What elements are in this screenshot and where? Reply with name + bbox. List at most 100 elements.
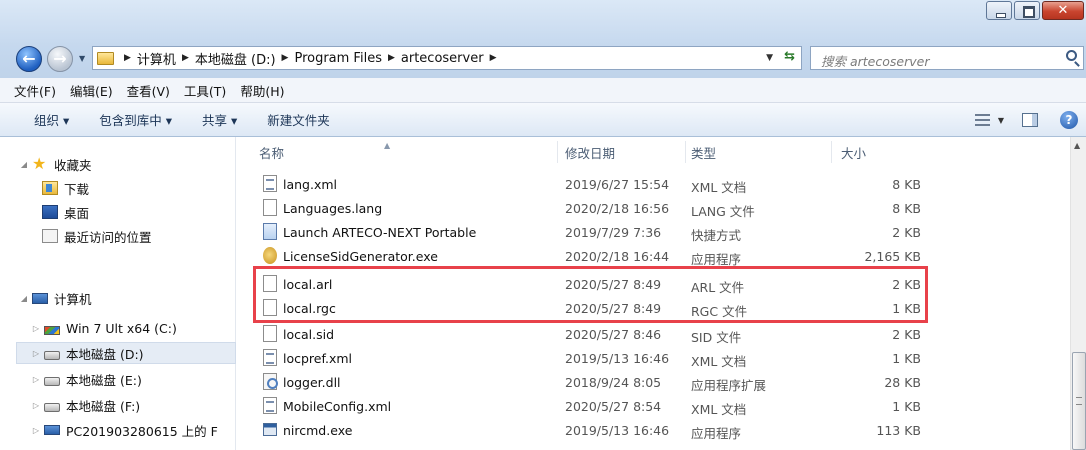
share-button[interactable]: 共享 ▾ — [202, 110, 237, 129]
nav-drive-d[interactable]: ▷ 本地磁盘 (D:) — [16, 342, 236, 364]
nav-drive-e[interactable]: ▷ 本地磁盘 (E:) — [30, 368, 142, 390]
view-options-icon[interactable] — [974, 114, 990, 126]
file-size: 8 KB — [892, 201, 921, 216]
search-icon[interactable] — [1066, 50, 1077, 61]
file-date: 2020/5/27 8:49 — [565, 277, 662, 292]
new-folder-button[interactable]: 新建文件夹 — [267, 110, 330, 129]
file-row[interactable]: nircmd.exe 2019/5/13 16:46 应用程序 113 KB — [237, 419, 1070, 443]
breadcrumb-separator-icon[interactable]: ▶ — [388, 53, 395, 63]
file-row[interactable]: MobileConfig.xml 2020/5/27 8:54 XML 文档 1… — [237, 395, 1070, 419]
xml-file-icon — [263, 349, 277, 366]
file-name: logger.dll — [283, 375, 341, 390]
menu-view[interactable]: 查看(V) — [127, 81, 170, 100]
file-name: MobileConfig.xml — [283, 399, 392, 414]
search-placeholder[interactable]: 搜索 artecoserver — [821, 51, 929, 70]
vertical-scrollbar[interactable]: ▲ — [1070, 137, 1086, 450]
file-size: 28 KB — [884, 375, 921, 390]
file-row[interactable]: local.arl 2020/5/27 8:49 ARL 文件 2 KB — [237, 273, 1070, 297]
forward-button[interactable]: → — [47, 46, 73, 72]
maximize-button[interactable] — [1014, 1, 1040, 20]
file-size: 113 KB — [876, 423, 921, 438]
scroll-up-icon[interactable]: ▲ — [1074, 141, 1080, 150]
file-row[interactable]: local.rgc 2020/5/27 8:49 RGC 文件 1 KB — [237, 297, 1070, 321]
file-row[interactable]: Languages.lang 2020/2/18 16:56 LANG 文件 8… — [237, 197, 1070, 221]
file-list: 名称 ▲ 修改日期 类型 大小 lang.xml 2019/6/27 15:54… — [237, 137, 1070, 450]
column-separator[interactable] — [685, 141, 686, 163]
nav-label: 收藏夹 — [54, 157, 92, 173]
breadcrumb-artecoserver[interactable]: artecoserver — [401, 51, 484, 66]
file-row[interactable]: LicenseSidGenerator.exe 2020/2/18 16:44 … — [237, 245, 1070, 269]
file-size: 2,165 KB — [864, 249, 921, 264]
file-icon — [263, 299, 277, 316]
expand-arrow-icon[interactable]: ▷ — [30, 401, 42, 410]
nav-desktop[interactable]: 桌面 — [40, 201, 89, 223]
nav-label: 桌面 — [64, 205, 90, 221]
file-row[interactable]: logger.dll 2018/9/24 8:05 应用程序扩展 28 KB — [237, 371, 1070, 395]
expand-arrow-icon[interactable]: ▷ — [30, 426, 42, 435]
file-date: 2020/2/18 16:44 — [565, 249, 670, 264]
search-box[interactable]: 搜索 artecoserver — [810, 46, 1084, 70]
preview-pane-icon[interactable] — [1022, 113, 1038, 127]
nav-drive-f[interactable]: ▷ 本地磁盘 (F:) — [30, 394, 140, 416]
column-separator[interactable] — [557, 141, 558, 163]
collapse-arrow-icon[interactable]: ◢ — [18, 160, 30, 169]
column-header-name[interactable]: 名称 ▲ — [259, 141, 559, 165]
expand-arrow-icon[interactable]: ▷ — [30, 324, 42, 333]
address-bar[interactable]: ▶ 计算机 ▶ 本地磁盘 (D:) ▶ Program Files ▶ arte… — [92, 46, 802, 70]
expand-arrow-icon[interactable]: ▷ — [30, 375, 42, 384]
collapse-arrow-icon[interactable]: ◢ — [18, 294, 30, 303]
breadcrumb-computer[interactable]: 计算机 — [137, 49, 176, 68]
file-icon — [263, 325, 277, 342]
file-type: 快捷方式 — [691, 228, 742, 243]
nav-drive-c[interactable]: ▷ Win 7 Ult x64 (C:) — [30, 317, 177, 339]
menu-help[interactable]: 帮助(H) — [240, 81, 284, 100]
nav-downloads[interactable]: 下载 — [40, 177, 89, 199]
file-row[interactable]: lang.xml 2019/6/27 15:54 XML 文档 8 KB — [237, 173, 1070, 197]
back-button[interactable]: ← — [16, 46, 42, 72]
address-dropdown-icon[interactable]: ▼ — [766, 53, 773, 63]
file-type: XML 文档 — [691, 402, 747, 417]
include-in-library-button[interactable]: 包含到库中 ▾ — [99, 110, 172, 129]
breadcrumb-separator-icon[interactable]: ▶ — [282, 53, 289, 63]
nav-recent-places[interactable]: 最近访问的位置 — [40, 225, 152, 247]
nav-computer[interactable]: ◢ 计算机 — [18, 287, 92, 309]
menu-file[interactable]: 文件(F) — [14, 81, 56, 100]
nav-favorites[interactable]: ◢ ★ 收藏夹 — [18, 153, 92, 175]
file-row[interactable]: locpref.xml 2019/5/13 16:46 XML 文档 1 KB — [237, 347, 1070, 371]
menu-edit[interactable]: 编辑(E) — [70, 81, 113, 100]
file-date: 2020/5/27 8:46 — [565, 327, 662, 342]
column-separator[interactable] — [831, 141, 832, 163]
column-header-size[interactable]: 大小 — [841, 143, 921, 165]
scrollbar-thumb[interactable] — [1072, 352, 1086, 450]
column-header-date[interactable]: 修改日期 — [565, 143, 685, 165]
refresh-icon[interactable]: ⇆ — [784, 49, 795, 64]
breadcrumb-program-files[interactable]: Program Files — [294, 51, 382, 66]
recent-pages-dropdown[interactable]: ▼ — [79, 54, 85, 63]
breadcrumb-drive-d[interactable]: 本地磁盘 (D:) — [195, 49, 276, 68]
file-date: 2020/5/27 8:49 — [565, 301, 662, 316]
file-name: local.arl — [283, 277, 333, 292]
breadcrumb-separator-icon[interactable]: ▶ — [490, 53, 497, 63]
breadcrumb-separator-icon[interactable]: ▶ — [182, 53, 189, 63]
file-icon — [263, 275, 277, 292]
hard-drive-icon — [44, 402, 60, 412]
expand-arrow-icon[interactable]: ▷ — [30, 349, 42, 358]
file-name: Launch ARTECO-NEXT Portable — [283, 225, 477, 240]
file-row[interactable]: local.sid 2020/5/27 8:46 SID 文件 2 KB — [237, 323, 1070, 347]
organize-button[interactable]: 组织 ▾ — [34, 110, 69, 129]
minimize-button[interactable] — [986, 1, 1012, 20]
view-dropdown-icon[interactable]: ▼ — [998, 116, 1004, 125]
menu-tools[interactable]: 工具(T) — [184, 81, 226, 100]
help-icon[interactable]: ? — [1060, 111, 1078, 129]
file-type: 应用程序扩展 — [691, 378, 767, 393]
nav-network-drive[interactable]: ▷ PC201903280615 上的 F — [30, 419, 218, 441]
file-row[interactable]: Launch ARTECO-NEXT Portable 2019/7/29 7:… — [237, 221, 1070, 245]
file-type: ARL 文件 — [691, 280, 745, 295]
file-name: nircmd.exe — [283, 423, 353, 438]
file-date: 2019/5/13 16:46 — [565, 351, 670, 366]
column-header-type[interactable]: 类型 — [691, 143, 831, 165]
close-button[interactable]: ✕ — [1042, 1, 1084, 20]
nav-label: 计算机 — [54, 291, 92, 307]
file-name: locpref.xml — [283, 351, 352, 366]
breadcrumb-separator-icon[interactable]: ▶ — [124, 53, 131, 63]
